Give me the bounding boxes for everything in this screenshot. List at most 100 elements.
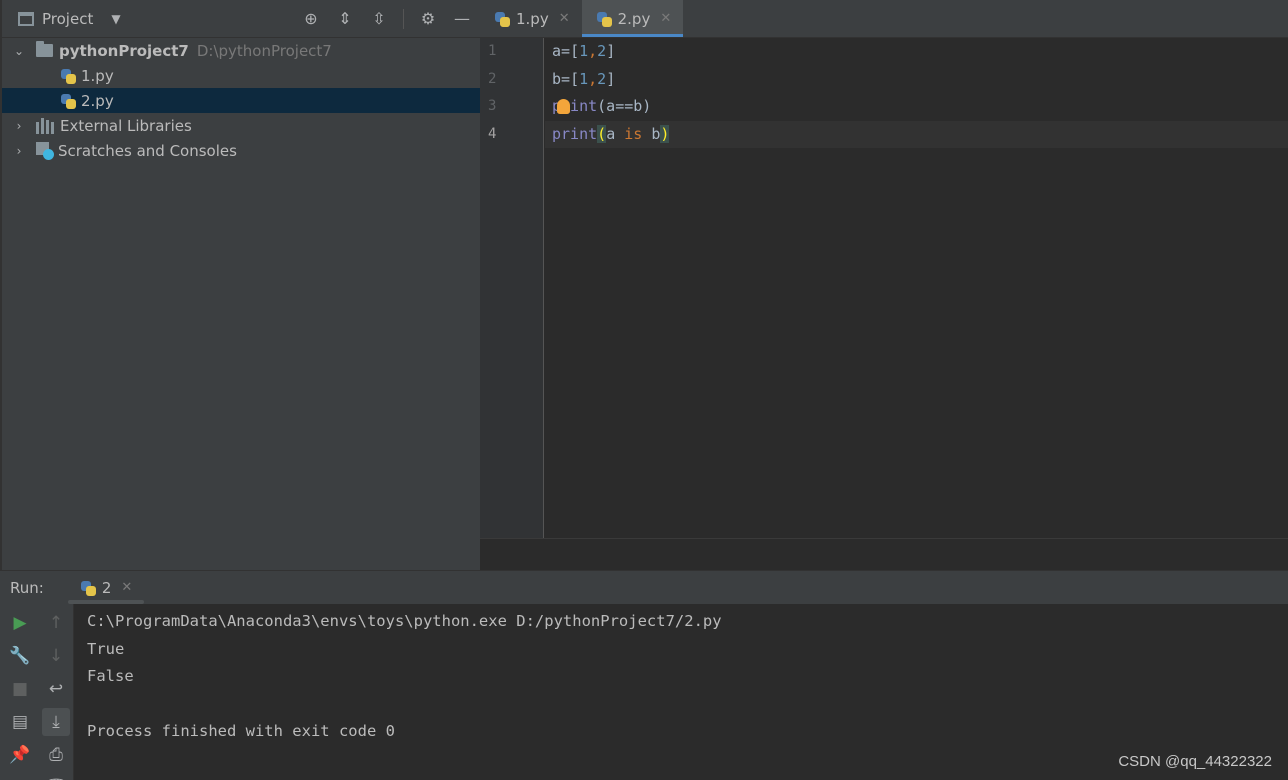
- console-line: False: [87, 667, 134, 685]
- tab-1-py[interactable]: 1.py ✕: [480, 0, 582, 37]
- chevron-down-icon[interactable]: ⌄: [12, 44, 26, 58]
- rerun-icon[interactable]: ▶: [6, 609, 34, 637]
- code-token: (: [597, 124, 607, 143]
- code-token: =: [561, 42, 571, 60]
- project-path: D:\pythonProject7: [196, 41, 332, 60]
- scroll-to-end-icon[interactable]: ⤓: [42, 708, 70, 736]
- code-token: 2: [597, 69, 607, 88]
- code-token: a: [606, 124, 625, 143]
- python-file-icon: [80, 580, 96, 596]
- code-token: ]: [606, 42, 616, 60]
- wrench-icon[interactable]: 🔧: [6, 642, 34, 670]
- library-icon: [36, 117, 54, 134]
- trash-icon[interactable]: 🗑: [42, 774, 70, 780]
- code-token: [: [570, 69, 580, 88]
- line-number: 1: [488, 43, 497, 59]
- code-token: b: [552, 69, 562, 88]
- code-token: 2: [597, 42, 607, 60]
- code-token: a: [552, 42, 562, 60]
- toolbar-divider: [403, 8, 404, 29]
- editor-tabs: 1.py ✕ 2.py ✕: [480, 0, 1288, 38]
- code-token: ): [660, 124, 670, 143]
- line-number: 3: [488, 98, 497, 114]
- python-file-icon: [596, 11, 612, 27]
- code-token: ]: [606, 69, 616, 88]
- code-token: (a==b): [597, 97, 652, 115]
- line-number: 2: [488, 70, 497, 87]
- hide-panel-icon[interactable]: —: [452, 9, 472, 29]
- file-label: 2.py: [81, 91, 114, 110]
- code-token: [: [570, 42, 580, 60]
- chevron-right-icon[interactable]: ›: [12, 144, 26, 158]
- tab-label: 1.py: [516, 9, 549, 28]
- project-panel: Project ▼ ⊕ ⇕ ⇳ ⚙ — ⌄ pythonProject7 D:\…: [0, 0, 480, 570]
- code-line[interactable]: print(a==b): [545, 93, 1288, 121]
- code-token: 1: [579, 69, 589, 88]
- gear-icon[interactable]: ⚙: [418, 9, 438, 29]
- close-icon[interactable]: ✕: [121, 580, 132, 595]
- tree-item-project-root[interactable]: ⌄ pythonProject7 D:\pythonProject7: [2, 38, 480, 63]
- code-token: b: [642, 124, 661, 143]
- python-file-icon: [494, 11, 510, 27]
- project-view-selector[interactable]: Project ▼: [18, 10, 121, 28]
- watermark: CSDN @qq_44322322: [1118, 753, 1272, 770]
- project-window-icon: [18, 11, 34, 26]
- line-number-gutter: 1 2 3 4: [480, 38, 544, 538]
- pin-icon[interactable]: 📌: [6, 741, 34, 769]
- code-line[interactable]: a=[1,2]: [545, 38, 1288, 66]
- run-tab[interactable]: 2 ✕: [67, 571, 145, 604]
- tree-item-external-libraries[interactable]: › External Libraries: [2, 113, 480, 138]
- run-label: Run:: [10, 578, 44, 597]
- tree-item-scratches[interactable]: › Scratches and Consoles: [2, 138, 480, 163]
- tree-item-file[interactable]: 1.py: [2, 63, 480, 88]
- scratches-label: Scratches and Consoles: [58, 141, 237, 160]
- close-icon[interactable]: ✕: [559, 11, 570, 26]
- scratches-icon: [36, 141, 54, 160]
- console-line: True: [87, 639, 125, 658]
- expand-all-icon[interactable]: ⇕: [335, 9, 355, 29]
- line-number-current: 4: [488, 125, 497, 142]
- chevron-down-icon[interactable]: ▼: [111, 12, 120, 26]
- soft-wrap-icon[interactable]: ↩: [42, 675, 70, 703]
- code-line-current[interactable]: print(a is b): [545, 120, 1288, 148]
- python-file-icon: [60, 68, 76, 84]
- project-panel-title: Project: [42, 9, 94, 28]
- close-icon[interactable]: ✕: [660, 11, 671, 26]
- console-line: Process finished with exit code 0: [87, 722, 395, 740]
- lightbulb-icon[interactable]: [557, 99, 570, 114]
- print-icon[interactable]: ⎙: [42, 741, 70, 769]
- editor: 1.py ✕ 2.py ✕ 1 2 3 4 a=[1,2] b=[1,2] pr…: [480, 0, 1288, 570]
- file-label: 1.py: [81, 66, 114, 85]
- project-panel-header: Project ▼ ⊕ ⇕ ⇳ ⚙ —: [2, 0, 480, 38]
- locate-icon[interactable]: ⊕: [301, 9, 321, 29]
- console-line: C:\ProgramData\Anaconda3\envs\toys\pytho…: [87, 612, 722, 630]
- code-line[interactable]: b=[1,2]: [545, 66, 1288, 94]
- tab-label: 2.py: [617, 9, 651, 28]
- run-header: Run: 2 ✕: [0, 571, 1288, 604]
- arrow-down-icon[interactable]: ↓: [42, 642, 70, 670]
- run-toolbar: ▶ 🔧 ■ ▤ 📌 ↑ ↓ ↩ ⤓ ⎙ 🗑: [0, 604, 74, 780]
- folder-icon: [36, 41, 53, 57]
- editor-footer: [480, 538, 1288, 570]
- code-area[interactable]: a=[1,2] b=[1,2] print(a==b) print(a is b…: [545, 38, 1288, 538]
- run-tab-label: 2: [101, 578, 112, 597]
- code-token: =: [561, 69, 571, 88]
- code-token: ,: [588, 69, 598, 88]
- project-name: pythonProject7: [59, 41, 189, 60]
- collapse-all-icon[interactable]: ⇳: [369, 9, 389, 29]
- console-output[interactable]: C:\ProgramData\Anaconda3\envs\toys\pytho…: [87, 604, 1288, 780]
- arrow-up-icon[interactable]: ↑: [42, 609, 70, 637]
- layout-icon[interactable]: ▤: [6, 708, 34, 736]
- code-token: is: [624, 124, 643, 143]
- tree-item-file-selected[interactable]: 2.py: [2, 88, 480, 113]
- project-tree: ⌄ pythonProject7 D:\pythonProject7 1.py …: [2, 38, 480, 163]
- stop-icon[interactable]: ■: [6, 675, 34, 703]
- tab-2-py[interactable]: 2.py ✕: [581, 0, 684, 37]
- code-token: 1: [579, 42, 589, 60]
- python-file-icon: [60, 93, 76, 109]
- chevron-right-icon[interactable]: ›: [12, 119, 26, 133]
- code-token: ,: [588, 42, 598, 60]
- external-libraries-label: External Libraries: [60, 116, 192, 135]
- run-panel: Run: 2 ✕ ▶ 🔧 ■ ▤ 📌 ↑ ↓ ↩ ⤓ ⎙ 🗑 C:\Progra…: [0, 570, 1288, 780]
